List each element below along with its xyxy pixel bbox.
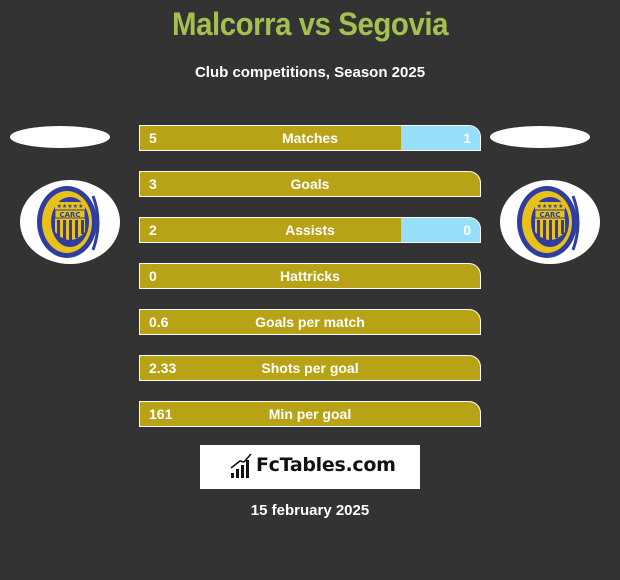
rosario-central-badge-icon: CARC ★★★★★ [517,186,580,258]
stat-row-shots-per-goal: 2.33 Shots per goal [139,355,481,381]
rosario-central-badge-icon: CARC ★★★★★ [37,186,100,258]
left-player-name-placeholder [10,126,110,148]
stat-row-goals: 3 Goals [139,171,481,197]
page-title: Malcorra vs Segovia [171,6,448,42]
page-subtitle: Club competitions, Season 2025 [194,64,426,81]
left-club-badge: CARC ★★★★★ [20,180,120,264]
svg-text:CARC: CARC [59,211,80,219]
stat-row-hattricks: 0 Hattricks [139,263,481,289]
svg-text:★★★★★: ★★★★★ [537,203,564,210]
fctables-logo-link[interactable]: FcTables.com [200,445,420,489]
right-value: 0 [463,222,471,238]
stat-row-goals-per-match: 0.6 Goals per match [139,309,481,335]
stat-row-min-per-goal: 161 Min per goal [139,401,481,427]
stat-label: Hattricks [280,268,340,284]
right-player-name-placeholder [490,126,590,148]
stat-row-matches: 5 Matches 1 [139,125,481,151]
right-club-badge: CARC ★★★★★ [500,180,600,264]
stat-label: Min per goal [268,406,352,422]
stat-row-assists: 2 Assists 0 [139,217,481,243]
stat-label: Goals per match [255,314,365,330]
stat-label: Goals [290,176,330,192]
stat-label: Matches [281,130,339,146]
stat-label: Assists [285,222,335,238]
svg-text:CARC: CARC [539,211,560,219]
svg-text:★★★★★: ★★★★★ [57,203,84,210]
stat-label: Shots per goal [261,360,359,376]
right-value: 1 [463,130,471,146]
date-label: 15 february 2025 [250,502,370,519]
bar-chart-trend-icon [230,453,252,478]
brand-name: FcTables.com [256,454,396,476]
